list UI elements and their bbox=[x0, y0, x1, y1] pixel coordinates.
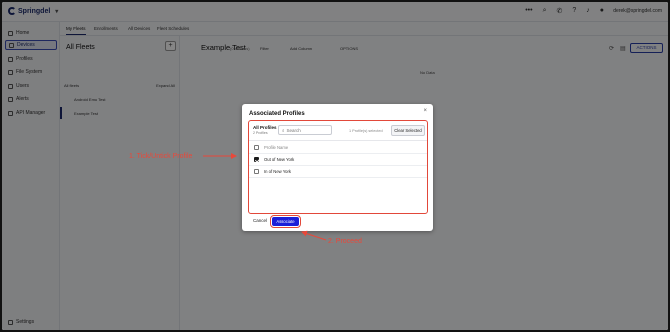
arrow-step-2 bbox=[301, 230, 327, 241]
app-window: Springdel ▾ ••• ⌕ ✆ ? ♪ ● derek@springde… bbox=[2, 2, 668, 330]
annotation-arrows bbox=[203, 153, 327, 241]
